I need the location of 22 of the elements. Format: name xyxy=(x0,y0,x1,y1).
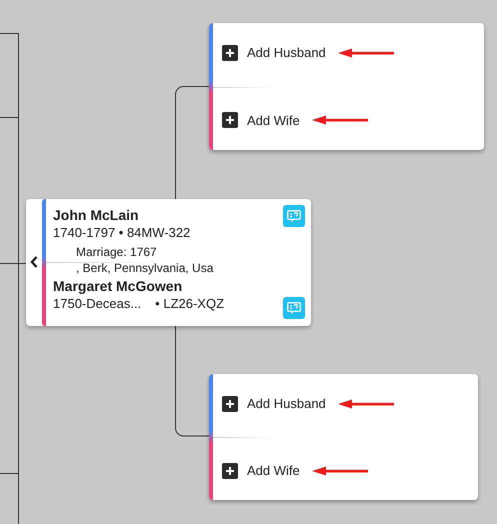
plus-icon xyxy=(222,396,238,412)
person-name[interactable]: Margaret McGowen xyxy=(53,277,224,295)
person-details: 1740-1797 • 84MW-322 xyxy=(53,224,192,241)
pointer-arrow xyxy=(312,115,368,126)
pointer-arrow xyxy=(338,398,394,408)
marriage-place: , Berk, Pennsylvania, Usa xyxy=(76,260,214,276)
add-husband-button[interactable]: Add Husband xyxy=(222,394,326,414)
pointer-arrow xyxy=(312,466,368,476)
plus-icon xyxy=(222,112,238,128)
add-husband-button[interactable]: Add Husband xyxy=(222,43,326,62)
pointer-arrow xyxy=(338,48,394,58)
person-name[interactable]: John McLain xyxy=(53,206,224,224)
person-years: 1750-Deceas... xyxy=(53,295,142,312)
marriage-date: Marriage: 1767 xyxy=(76,244,158,260)
chevron-left-icon[interactable] xyxy=(29,255,39,269)
hint-icon[interactable] xyxy=(283,205,305,227)
plus-icon xyxy=(222,44,238,61)
plus-icon xyxy=(222,462,238,478)
add-wife-button[interactable]: Add Wife xyxy=(222,110,300,130)
person-id: • LZ26-XQZ xyxy=(155,295,224,312)
hint-icon[interactable] xyxy=(283,297,305,319)
add-wife-button[interactable]: Add Wife xyxy=(222,460,300,480)
